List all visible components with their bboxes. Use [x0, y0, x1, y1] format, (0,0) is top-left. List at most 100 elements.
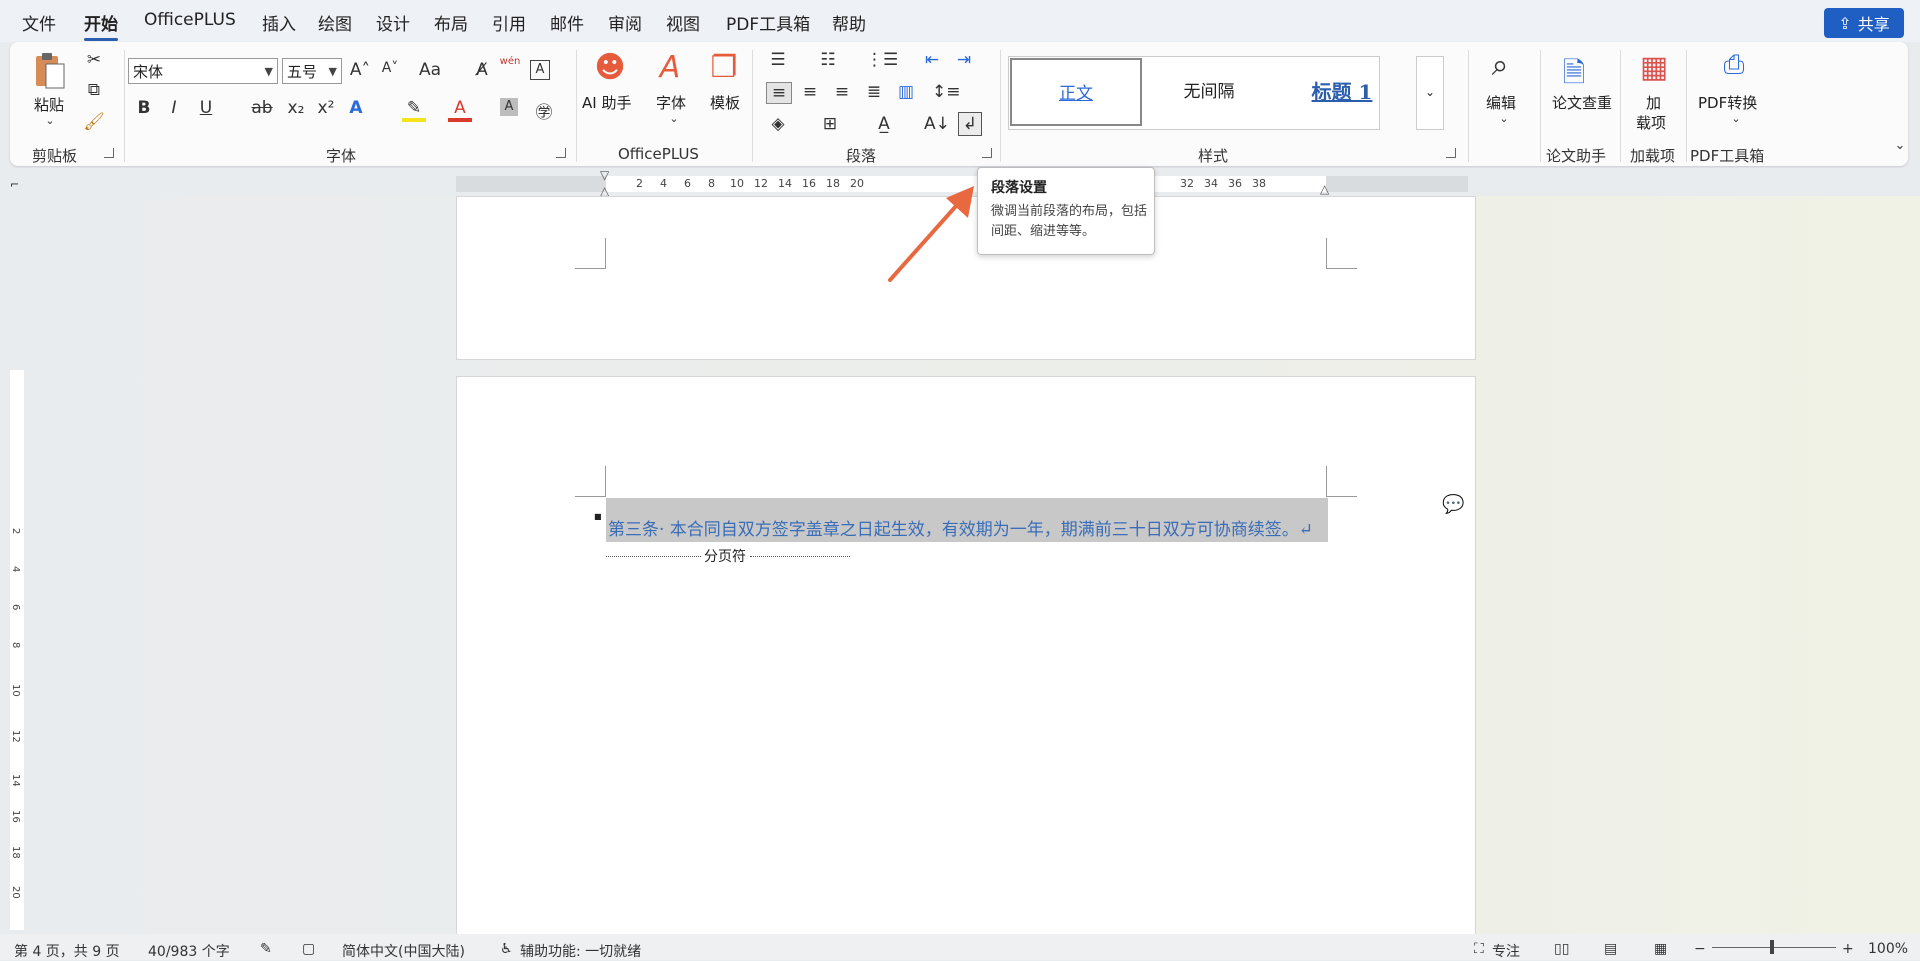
zoom-level[interactable]: 100% — [1868, 941, 1908, 957]
font-name-select[interactable]: 宋体 ▼ — [128, 58, 278, 84]
multilevel-list-icon[interactable]: ⋮☰ — [866, 50, 898, 70]
zoom-slider[interactable] — [1712, 947, 1836, 948]
change-case-button[interactable]: Aa — [410, 60, 450, 80]
read-mode-icon[interactable]: ▯▯ — [1554, 941, 1569, 957]
addins-button-line1[interactable]: 加 — [1646, 92, 1661, 113]
new-comment-icon[interactable]: 💬 — [1442, 494, 1464, 515]
menu-review[interactable]: 审阅 — [608, 10, 642, 35]
distributed-icon[interactable]: ▥ — [894, 82, 918, 102]
menu-home[interactable]: 开始 — [84, 10, 118, 41]
enclose-character-icon[interactable]: ㊫ — [532, 98, 556, 123]
page-current[interactable] — [456, 376, 1476, 948]
accessibility-status[interactable]: 辅助功能: 一切就绪 — [520, 941, 641, 961]
styles-launcher-icon[interactable] — [1446, 148, 1456, 158]
decrease-indent-icon[interactable]: ⇤ — [920, 50, 944, 70]
font-launcher-icon[interactable] — [556, 148, 566, 158]
ruler-num: 6 — [684, 177, 691, 190]
menu-view[interactable]: 视图 — [666, 10, 700, 35]
menu-design[interactable]: 设计 — [376, 10, 410, 35]
right-indent-marker-icon[interactable]: △ — [1320, 182, 1329, 196]
web-layout-icon[interactable]: ▦ — [1654, 941, 1667, 957]
align-center-icon[interactable]: ≡ — [798, 82, 822, 102]
underline-icon[interactable]: U — [194, 98, 218, 118]
font-size-select[interactable]: 五号 ▼ — [282, 58, 342, 84]
font-color-icon[interactable]: A — [448, 98, 472, 122]
menu-insert[interactable]: 插入 — [262, 10, 296, 35]
strikethrough-icon[interactable]: ab — [250, 98, 274, 118]
chevron-down-icon[interactable]: ⌄ — [38, 114, 62, 127]
ai-assistant-button[interactable]: AI 助手 — [582, 92, 631, 113]
line-spacing-icon[interactable]: ↕≡ — [932, 82, 961, 102]
ruler-margin-left — [456, 176, 606, 192]
page-info[interactable]: 第 4 页，共 9 页 — [14, 941, 120, 961]
menu-mailings[interactable]: 邮件 — [550, 10, 584, 35]
zoom-slider-thumb[interactable] — [1770, 940, 1774, 954]
print-layout-icon[interactable]: ▤ — [1604, 941, 1617, 957]
first-line-indent-marker-icon[interactable]: ▽ — [600, 168, 609, 182]
chevron-down-icon[interactable]: ⌄ — [1724, 112, 1748, 125]
menu-help[interactable]: 帮助 — [832, 10, 866, 35]
justify-icon[interactable]: ≣ — [862, 82, 886, 102]
menu-pdf-toolbox[interactable]: PDF工具箱 — [726, 10, 810, 35]
editing-button[interactable]: 编辑 — [1486, 92, 1516, 113]
pdf-group-label: PDF工具箱 — [1690, 147, 1765, 165]
highlight-icon[interactable]: ✎ — [402, 98, 426, 122]
subscript-icon[interactable]: x₂ — [284, 98, 308, 118]
word-count[interactable]: 40/983 个字 — [148, 941, 230, 961]
increase-indent-icon[interactable]: ⇥ — [952, 50, 976, 70]
style-no-spacing[interactable]: 无间隔 — [1142, 58, 1276, 126]
paragraph-settings-launcher-icon[interactable] — [982, 148, 992, 158]
align-left-icon[interactable]: ≡ — [766, 82, 792, 104]
share-button[interactable]: ⇪ 共享 — [1824, 8, 1904, 38]
macro-icon[interactable]: ▢ — [302, 941, 315, 957]
borders-icon[interactable]: ⊞ — [818, 114, 842, 134]
format-painter-icon[interactable]: 🖌 — [82, 112, 106, 132]
chevron-down-icon[interactable]: ⌄ — [662, 112, 686, 125]
menu-layout[interactable]: 布局 — [434, 10, 468, 35]
italic-icon[interactable]: I — [162, 98, 186, 118]
chevron-down-icon[interactable]: ⌄ — [1492, 112, 1516, 125]
phonetic-guide-button[interactable]: wén — [498, 56, 522, 67]
text-effects-icon[interactable]: A — [344, 98, 368, 118]
show-marks-icon[interactable]: ↲ — [958, 112, 982, 136]
focus-button[interactable]: 专注 — [1492, 941, 1520, 961]
menu-file[interactable]: 文件 — [22, 10, 56, 35]
proofing-icon[interactable]: ✎ — [260, 941, 272, 957]
copy-icon[interactable]: ⧉ — [82, 80, 106, 100]
clipboard-launcher-icon[interactable] — [104, 148, 114, 158]
style-heading-1[interactable]: 标题 1 — [1276, 58, 1408, 126]
paste-button[interactable]: 粘贴 — [34, 94, 64, 115]
sort-icon[interactable]: A↓ — [924, 114, 950, 134]
font-tool-button[interactable]: 字体 — [656, 92, 686, 113]
align-right-icon[interactable]: ≡ — [830, 82, 854, 102]
tab-selector-icon[interactable]: ⌐ — [10, 178, 19, 191]
clear-formatting-icon[interactable]: A̸ — [470, 60, 494, 80]
numbering-icon[interactable]: ☷ — [816, 50, 840, 70]
styles-more-icon[interactable]: ⌄ — [1416, 56, 1444, 130]
superscript-icon[interactable]: x² — [314, 98, 338, 118]
shading-icon[interactable]: ◈ — [766, 114, 790, 134]
paragraph-text[interactable]: 第三条· 本合同自双方签字盖章之日起生效，有效期为一年，期满前三十日双方可协商续… — [608, 515, 1313, 540]
bold-icon[interactable]: B — [132, 98, 156, 118]
menu-references[interactable]: 引用 — [492, 10, 526, 35]
ruler-num: 32 — [1180, 177, 1194, 190]
menu-officeplus[interactable]: OfficePLUS — [144, 10, 236, 30]
asian-layout-icon[interactable]: A̲ — [872, 114, 896, 134]
bullets-icon[interactable]: ☰ — [766, 50, 790, 70]
paper-check-button[interactable]: 论文查重 — [1540, 92, 1624, 113]
menu-draw[interactable]: 绘图 — [318, 10, 352, 35]
page-break-label: 分页符 — [704, 549, 746, 565]
shrink-font-icon[interactable]: A˅ — [378, 60, 402, 76]
style-normal[interactable]: 正文 — [1010, 58, 1142, 126]
template-button[interactable]: 模板 — [710, 92, 740, 113]
zoom-in-icon[interactable]: + — [1842, 941, 1854, 957]
cut-icon[interactable]: ✂ — [82, 50, 106, 70]
pdf-convert-button[interactable]: PDF转换 — [1698, 92, 1757, 113]
character-shading-icon[interactable]: A — [500, 98, 518, 116]
zoom-out-icon[interactable]: − — [1694, 941, 1706, 957]
character-border-icon[interactable]: A — [530, 60, 550, 80]
grow-font-icon[interactable]: A˄ — [348, 60, 372, 80]
addins-button-line2[interactable]: 载项 — [1636, 112, 1666, 133]
collapse-ribbon-icon[interactable]: ⌄ — [1888, 138, 1912, 153]
language[interactable]: 简体中文(中国大陆) — [342, 941, 465, 961]
